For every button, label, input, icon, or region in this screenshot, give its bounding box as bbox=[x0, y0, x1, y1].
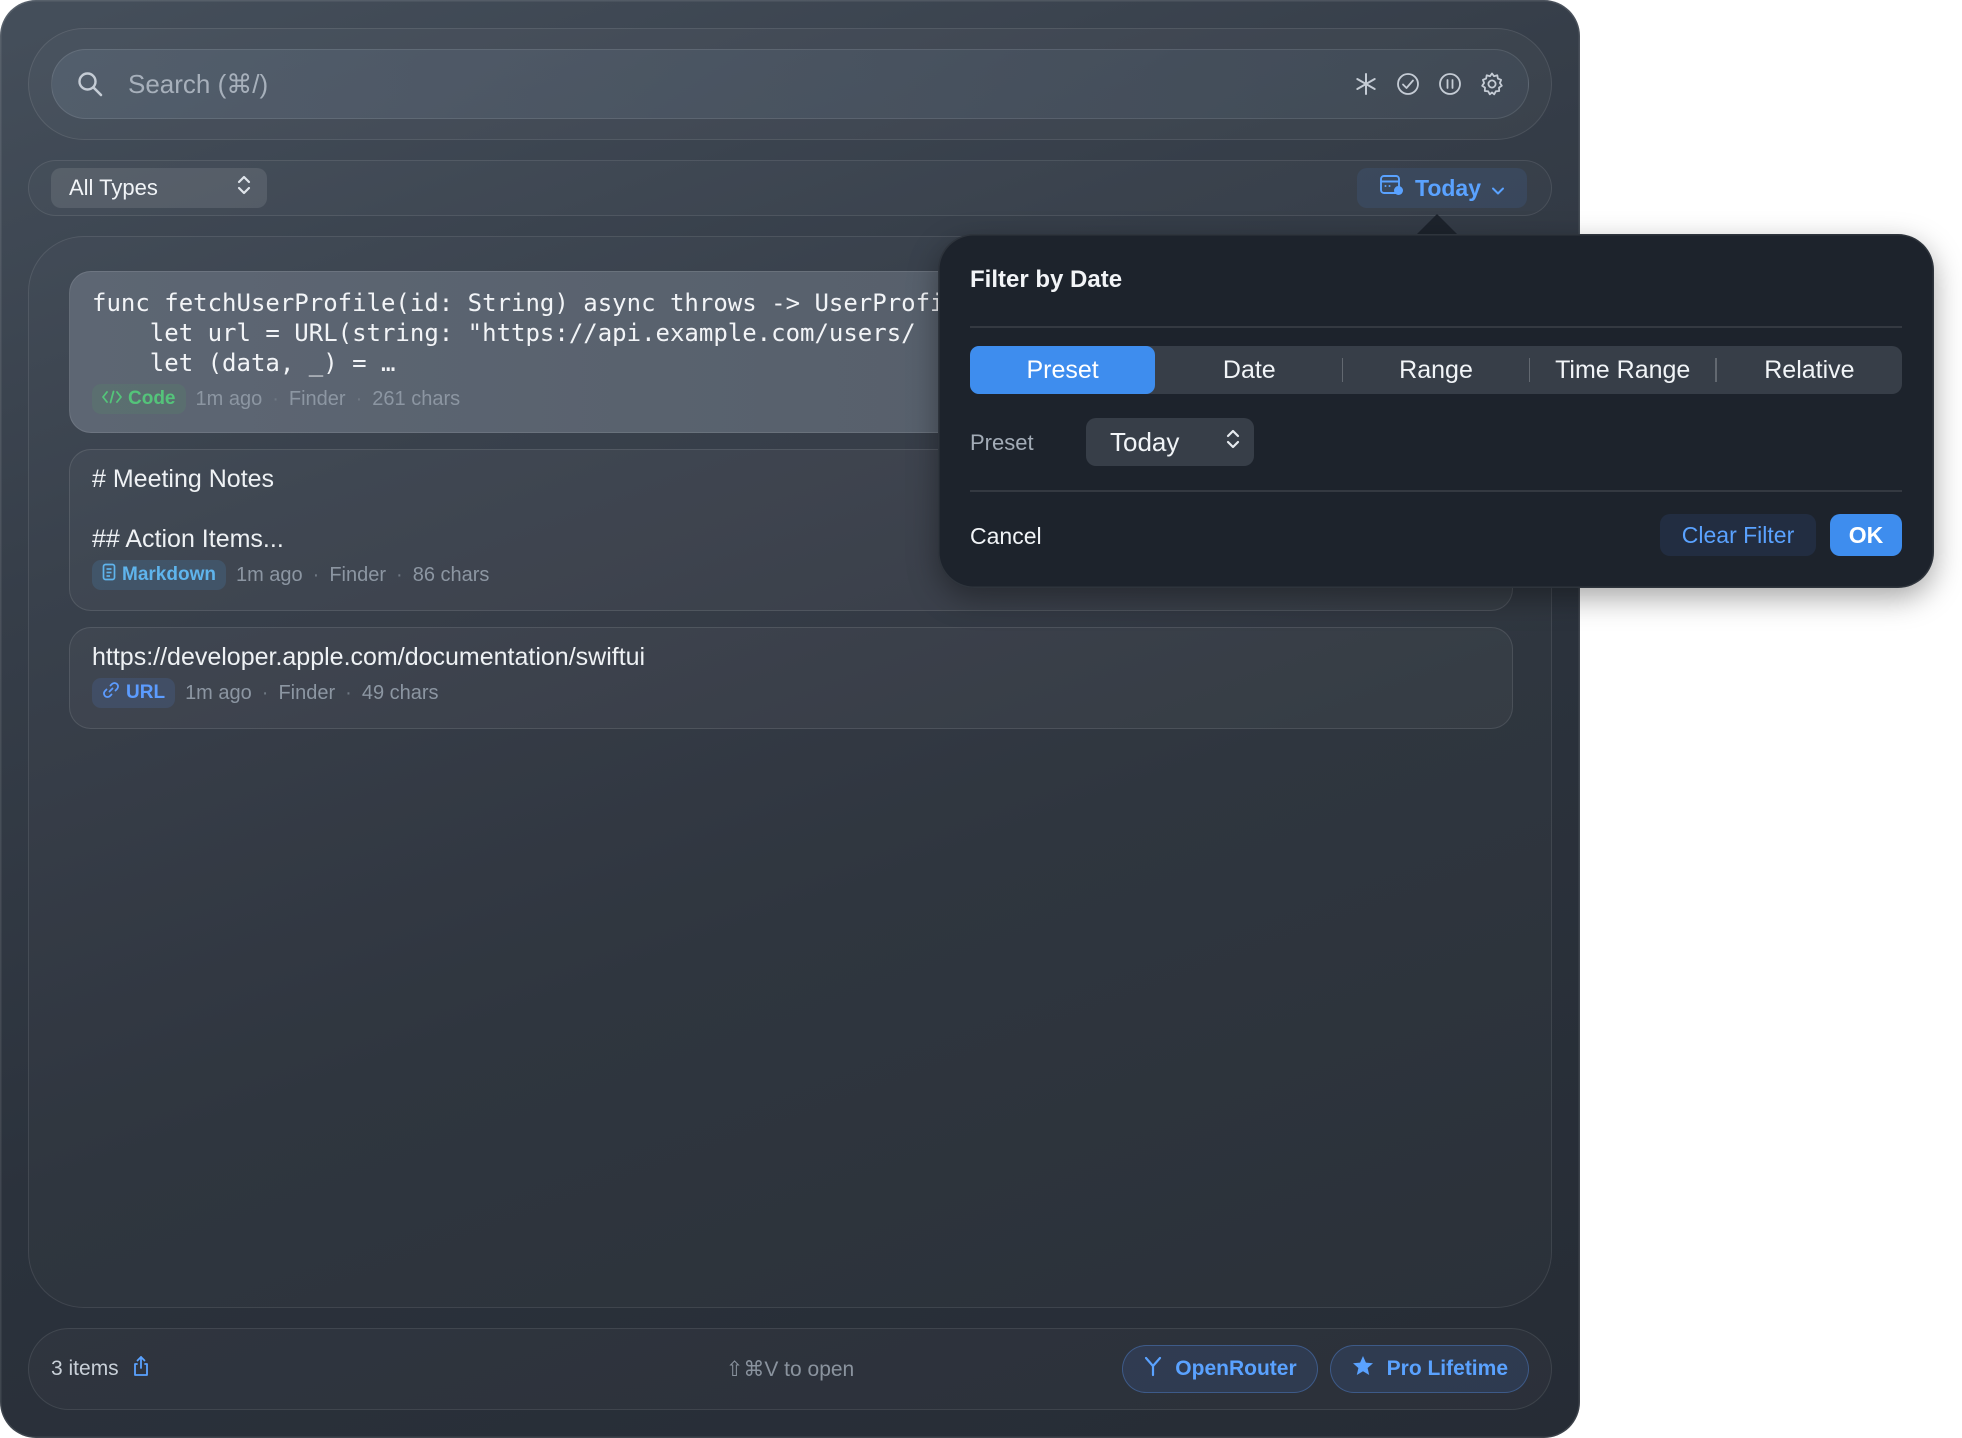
type-badge: Code bbox=[92, 384, 186, 414]
document-icon bbox=[102, 563, 116, 587]
clipboard-window: All Types bbox=[0, 0, 1580, 1438]
date-filter-popover: Filter by Date Preset Date Range Time Ra… bbox=[938, 234, 1934, 588]
gear-icon[interactable] bbox=[1478, 70, 1506, 98]
item-time: 1m ago bbox=[235, 563, 303, 586]
filter-bar: All Types Today bbox=[28, 160, 1552, 216]
ok-button[interactable]: OK bbox=[1830, 514, 1902, 556]
date-filter-label: Today bbox=[1414, 174, 1482, 201]
link-icon bbox=[102, 681, 120, 705]
pro-lifetime-button[interactable]: Pro Lifetime bbox=[1329, 1345, 1529, 1393]
divider bbox=[970, 326, 1902, 328]
item-source: Finder bbox=[288, 387, 346, 410]
tab-preset[interactable]: Preset bbox=[970, 346, 1156, 394]
item-count: 3 items bbox=[51, 1357, 119, 1380]
search-bar-container bbox=[28, 28, 1552, 140]
preset-label: Preset bbox=[970, 430, 1034, 455]
search-icon bbox=[52, 70, 128, 98]
openrouter-button[interactable]: OpenRouter bbox=[1122, 1345, 1318, 1393]
item-content: https://developer.apple.com/documentatio… bbox=[92, 643, 646, 671]
separator-dot: · bbox=[355, 387, 363, 410]
separator-dot: · bbox=[261, 681, 269, 704]
chevron-up-down-icon bbox=[237, 174, 251, 202]
item-time: 1m ago bbox=[195, 387, 263, 410]
footer-left: 3 items bbox=[51, 1329, 151, 1409]
search-actions bbox=[1352, 70, 1528, 98]
popover-arrow bbox=[1416, 214, 1458, 235]
preset-value: Today bbox=[1110, 426, 1180, 457]
list-item[interactable]: https://developer.apple.com/documentatio… bbox=[69, 627, 1513, 729]
item-size: 86 chars bbox=[412, 563, 490, 586]
check-circle-icon[interactable] bbox=[1394, 70, 1422, 98]
chevron-down-icon bbox=[1491, 175, 1505, 202]
type-badge-label: Code bbox=[128, 388, 176, 409]
separator-dot: · bbox=[312, 563, 320, 586]
stage: All Types bbox=[0, 0, 1962, 1438]
pause-circle-icon[interactable] bbox=[1436, 70, 1464, 98]
footer-right: OpenRouter Pro Lifetime bbox=[1122, 1329, 1529, 1409]
popover-title: Filter by Date bbox=[970, 266, 1123, 293]
cancel-button[interactable]: Cancel bbox=[970, 523, 1042, 550]
item-time: 1m ago bbox=[185, 681, 252, 704]
fork-icon bbox=[1143, 1355, 1163, 1383]
open-hint-label: ⇧⌘V to open bbox=[725, 1357, 855, 1381]
item-meta: URL 1m ago · Finder · 49 chars bbox=[92, 678, 1490, 708]
item-size: 49 chars bbox=[361, 681, 439, 704]
openrouter-label: OpenRouter bbox=[1175, 1357, 1297, 1380]
type-filter-label: All Types bbox=[69, 175, 158, 200]
type-badge: URL bbox=[92, 678, 176, 708]
type-badge-label: URL bbox=[126, 682, 166, 703]
code-icon bbox=[102, 388, 122, 410]
tab-time-range[interactable]: Time Range bbox=[1530, 346, 1715, 394]
star-icon bbox=[1351, 1354, 1375, 1384]
separator-dot: · bbox=[345, 681, 352, 704]
item-source: Finder bbox=[329, 563, 387, 586]
item-source: Finder bbox=[278, 681, 336, 704]
preset-select[interactable]: Today bbox=[1086, 418, 1254, 466]
footer-bar: 3 items ⇧⌘V to open OpenRouter Pro Lifet… bbox=[28, 1328, 1552, 1410]
type-filter-select[interactable]: All Types bbox=[51, 168, 267, 208]
chevron-up-down-icon bbox=[1226, 427, 1240, 458]
divider bbox=[970, 490, 1902, 492]
item-size: 261 chars bbox=[372, 387, 461, 410]
search-bar bbox=[51, 49, 1529, 119]
share-icon[interactable] bbox=[131, 1355, 151, 1383]
tab-relative[interactable]: Relative bbox=[1717, 346, 1902, 394]
type-badge: Markdown bbox=[92, 560, 226, 590]
tab-date[interactable]: Date bbox=[1157, 346, 1342, 394]
calendar-icon bbox=[1379, 173, 1405, 203]
search-input[interactable] bbox=[128, 50, 1352, 118]
date-mode-segmented-control: Preset Date Range Time Range Relative bbox=[970, 346, 1902, 394]
tab-range[interactable]: Range bbox=[1343, 346, 1528, 394]
clear-filter-button[interactable]: Clear Filter bbox=[1660, 514, 1816, 556]
separator-dot: · bbox=[272, 387, 279, 410]
separator-dot: · bbox=[396, 563, 403, 586]
pro-lifetime-label: Pro Lifetime bbox=[1386, 1357, 1508, 1380]
asterisk-icon[interactable] bbox=[1352, 70, 1380, 98]
type-badge-label: Markdown bbox=[122, 564, 216, 585]
date-filter-button[interactable]: Today bbox=[1357, 168, 1527, 208]
